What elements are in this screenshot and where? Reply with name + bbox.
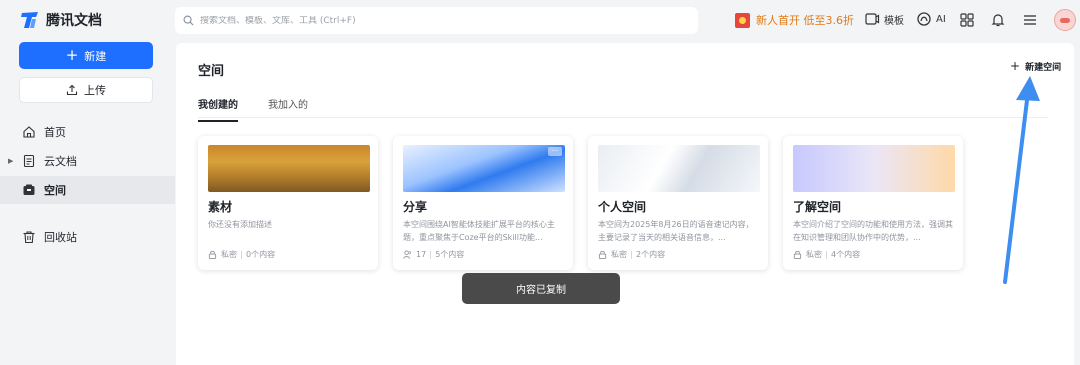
space-card-title: 了解空间: [793, 200, 842, 214]
divider: [241, 250, 242, 259]
expand-caret-icon[interactable]: ▶: [8, 157, 13, 165]
upload-button-label: 上传: [84, 84, 106, 97]
tab-divider: [198, 117, 1048, 118]
content-count: 4个内容: [831, 250, 861, 259]
lock-icon: [793, 250, 802, 259]
lock-icon: [208, 250, 217, 259]
plus-icon: +: [65, 46, 79, 64]
promo-banner[interactable]: 新人首开 低至3.6折: [735, 12, 854, 28]
content-count: 5个内容: [435, 250, 465, 259]
tab-created-by-me[interactable]: 我创建的: [198, 96, 238, 122]
content-count: 2个内容: [636, 250, 666, 259]
ai-icon: [917, 12, 931, 26]
space-icon: [23, 184, 35, 195]
annotation-arrow-icon: [1003, 76, 1040, 284]
privacy-label: 私密: [221, 250, 237, 259]
search-icon: [183, 15, 194, 26]
apps-grid-icon[interactable]: [959, 12, 975, 28]
upload-button[interactable]: 上传: [19, 77, 153, 103]
main-panel: 空间 + 新建空间 我创建的 我加入的 素材 你还没有添加描述 私密 0个内容 …: [176, 43, 1074, 365]
space-card-desc: 本空间介绍了空间的功能和使用方法，强调其在知识管理和团队协作中的优势，...: [793, 220, 953, 242]
sidebar-item-trash[interactable]: 回收站: [0, 223, 175, 251]
space-card[interactable]: 了解空间 本空间介绍了空间的功能和使用方法，强调其在知识管理和团队协作中的优势，…: [783, 136, 963, 270]
sidebar-item-home[interactable]: 首页: [0, 118, 175, 146]
sidebar-item-label: 回收站: [44, 231, 77, 244]
app-title: 腾讯文档: [46, 13, 102, 29]
sidebar-item-label: 云文档: [44, 155, 77, 168]
privacy-label: 私密: [611, 250, 627, 259]
upload-icon: [66, 84, 78, 96]
search-input[interactable]: [200, 15, 680, 26]
gift-icon: [735, 12, 750, 28]
space-card[interactable]: 素材 你还没有添加描述 私密 0个内容: [198, 136, 378, 270]
privacy-label: 私密: [806, 250, 822, 259]
space-card-desc: 本空间为2025年8月26日的语音速记内容，主要记录了当天的相关语音信息，...: [598, 220, 754, 242]
members-icon: [403, 250, 411, 259]
space-card-title: 素材: [208, 200, 233, 214]
space-cover-image: [598, 145, 760, 192]
sidebar-item-cloud-docs[interactable]: ▶ 云文档: [0, 147, 175, 175]
lock-icon: [598, 250, 607, 259]
space-card-desc: 本空间围绕AI智能体技能扩展平台的核心主题，重点聚焦于Coze平台的Skill功…: [403, 220, 555, 242]
template-icon: [865, 13, 880, 25]
space-card-meta: 私密 2个内容: [598, 249, 665, 260]
space-card-desc: 你还没有添加描述: [208, 220, 272, 229]
home-icon: [23, 126, 35, 138]
template-label: 模板: [884, 15, 904, 27]
space-cover-image: [208, 145, 370, 192]
page-title: 空间: [198, 64, 225, 79]
tab-joined[interactable]: 我加入的: [268, 96, 308, 122]
search-bar[interactable]: [175, 7, 698, 34]
member-count: 17: [416, 250, 427, 259]
space-card-meta: 17 5个内容: [403, 249, 464, 260]
divider: [430, 250, 432, 259]
sidebar-item-space[interactable]: 空间: [0, 176, 175, 204]
space-cover-image: ···: [403, 145, 565, 192]
new-button-label: 新建: [84, 49, 107, 63]
document-icon: [23, 154, 35, 168]
logo-icon: [21, 12, 38, 28]
space-card[interactable]: 个人空间 本空间为2025年8月26日的语音速记内容，主要记录了当天的相关语音信…: [588, 136, 768, 270]
toast-notification: 内容已复制: [462, 273, 620, 304]
new-button[interactable]: + 新建: [19, 42, 153, 69]
space-card[interactable]: ··· 分享 本空间围绕AI智能体技能扩展平台的核心主题，重点聚焦于Coze平台…: [393, 136, 573, 270]
space-card-title: 个人空间: [598, 200, 647, 214]
space-card-meta: 私密 4个内容: [793, 249, 860, 260]
template-button[interactable]: 模板: [864, 11, 904, 27]
sidebar-item-label: 空间: [44, 184, 66, 197]
space-card-meta: 私密 0个内容: [208, 249, 275, 260]
menu-icon[interactable]: [1022, 12, 1038, 28]
more-options-icon[interactable]: ···: [548, 147, 562, 156]
avatar[interactable]: [1054, 9, 1076, 31]
space-tabs: 我创建的 我加入的: [198, 96, 308, 122]
space-cover-image: [793, 145, 955, 192]
divider: [631, 250, 632, 259]
trash-icon: [23, 231, 35, 244]
promo-text: 新人首开 低至3.6折: [756, 14, 854, 27]
sidebar: + 新建 上传 首页 ▶ 云文档 空间 回收站: [0, 40, 175, 365]
divider: [826, 250, 827, 259]
sidebar-item-label: 首页: [44, 126, 66, 139]
top-bar: 腾讯文档 新人首开 低至3.6折 模板 AI: [0, 0, 1080, 40]
ai-button[interactable]: AI: [916, 11, 946, 27]
content-count: 0个内容: [246, 250, 276, 259]
ai-label: AI: [936, 13, 946, 25]
app-logo[interactable]: 腾讯文档: [20, 10, 102, 30]
bell-icon[interactable]: [990, 12, 1006, 28]
space-card-title: 分享: [403, 200, 428, 214]
